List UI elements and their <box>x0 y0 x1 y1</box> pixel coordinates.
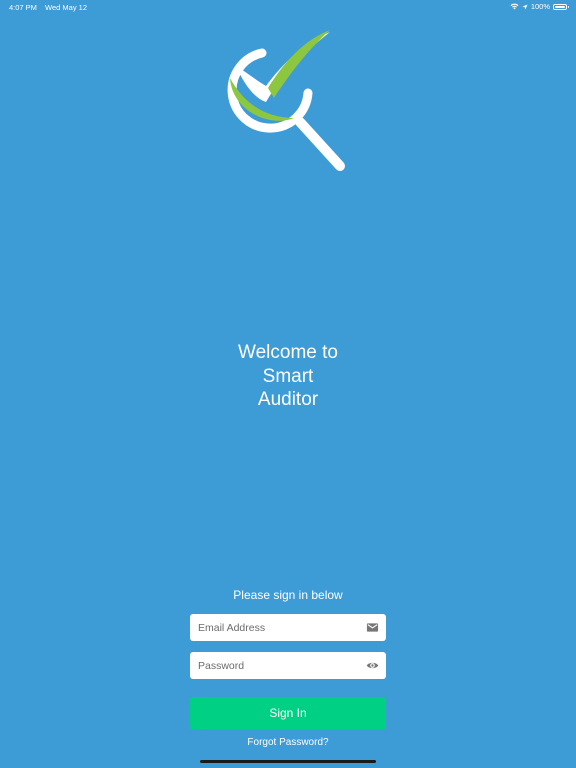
email-field-container <box>190 614 386 641</box>
magnifier-checkmark-logo <box>227 30 345 171</box>
password-field[interactable] <box>190 652 358 679</box>
location-icon <box>522 4 528 9</box>
eye-icon[interactable] <box>366 659 379 672</box>
home-indicator <box>200 760 376 763</box>
status-right: 100% <box>510 2 569 11</box>
welcome-heading: Welcome to Smart Auditor <box>0 341 576 412</box>
battery-icon <box>553 3 569 10</box>
status-date: Wed May 12 <box>45 3 87 12</box>
forgot-password-link[interactable]: Forgot Password? <box>0 737 576 748</box>
mail-icon <box>366 623 379 632</box>
battery-percentage: 100% <box>530 2 550 11</box>
password-field-container <box>190 652 386 679</box>
sign-in-button[interactable]: Sign In <box>190 697 386 729</box>
battery-fill <box>555 5 565 8</box>
welcome-line-1: Welcome to <box>238 342 338 363</box>
signin-prompt: Please sign in below <box>233 588 343 602</box>
welcome-line-3: Auditor <box>257 389 319 410</box>
status-time: 4:07 PM <box>9 3 37 12</box>
status-bar: 4:07 PM Wed May 12 100% <box>0 0 576 14</box>
email-field[interactable] <box>190 614 358 641</box>
status-left: 4:07 PM Wed May 12 <box>9 3 87 12</box>
wifi-icon <box>510 3 519 10</box>
welcome-line-2: Smart <box>262 365 314 387</box>
